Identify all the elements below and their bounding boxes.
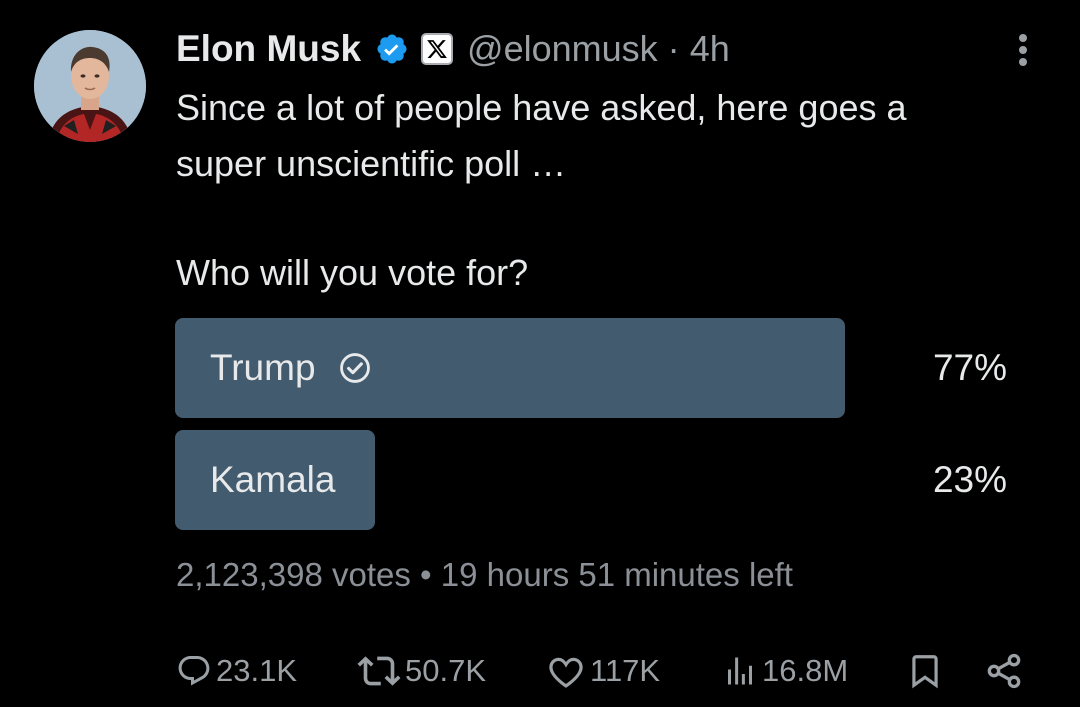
views-count: 16.8M: [762, 653, 849, 688]
action-bar: 23.1K 50.7K 117K 16.8M: [0, 640, 1080, 700]
author-name[interactable]: Elon Musk: [176, 28, 361, 70]
post-time[interactable]: 4h: [690, 28, 730, 69]
views-button[interactable]: 16.8M: [722, 646, 848, 696]
check-circle-icon: [338, 351, 372, 385]
header-separator: ·: [667, 28, 680, 69]
bookmark-button[interactable]: [906, 646, 944, 696]
poll-meta-separator: •: [420, 556, 432, 593]
poll-option-label: Trump: [210, 347, 316, 388]
author-handle-time: @elonmusk · 4h: [467, 28, 730, 70]
tweet-text-line: super unscientific poll …: [176, 143, 567, 184]
poll-option-label: Kamala: [210, 459, 336, 500]
poll-option-percent: 77%: [932, 347, 1007, 388]
poll-option-label-wrap: Trump: [210, 318, 372, 418]
heart-icon: [549, 657, 583, 688]
poll-option-kamala[interactable]: Kamala 23%: [175, 430, 1007, 530]
repost-button[interactable]: 50.7K: [357, 646, 486, 696]
like-count: 117K: [590, 653, 661, 688]
poll-time-left: 19 hours 51 minutes left: [440, 556, 793, 593]
avatar-image: [34, 30, 146, 142]
avatar[interactable]: [34, 30, 146, 142]
poll-question: Who will you vote for?: [176, 252, 529, 293]
views-icon: [728, 657, 752, 685]
more-icon[interactable]: [1014, 34, 1032, 72]
poll-option-percent: 23%: [932, 459, 1007, 500]
tweet-text: Since a lot of people have asked, here g…: [176, 80, 1056, 192]
verified-badge-icon: [375, 32, 409, 66]
reply-count: 23.1K: [216, 653, 298, 688]
poll-option-label-wrap: Kamala: [210, 430, 335, 530]
poll-meta: 2,123,398 votes • 19 hours 51 minutes le…: [176, 556, 793, 594]
repost-icon: [357, 656, 401, 686]
reply-icon: [178, 656, 210, 686]
share-button[interactable]: [984, 646, 1024, 696]
tweet-header: Elon Musk @elonmusk · 4h: [176, 26, 730, 72]
poll-option-trump[interactable]: Trump 77%: [175, 318, 1007, 418]
tweet: Elon Musk @elonmusk · 4h Since a lot of …: [0, 0, 1080, 707]
repost-count: 50.7K: [405, 653, 487, 688]
reply-button[interactable]: 23.1K: [176, 646, 297, 696]
x-logo-icon[interactable]: [421, 33, 454, 65]
poll-votes: 2,123,398 votes: [176, 556, 411, 593]
tweet-text-line: Since a lot of people have asked, here g…: [176, 87, 907, 128]
share-icon: [987, 653, 1021, 689]
author-handle[interactable]: @elonmusk: [467, 28, 658, 69]
bookmark-icon: [912, 655, 938, 689]
like-button[interactable]: 117K: [546, 646, 660, 696]
